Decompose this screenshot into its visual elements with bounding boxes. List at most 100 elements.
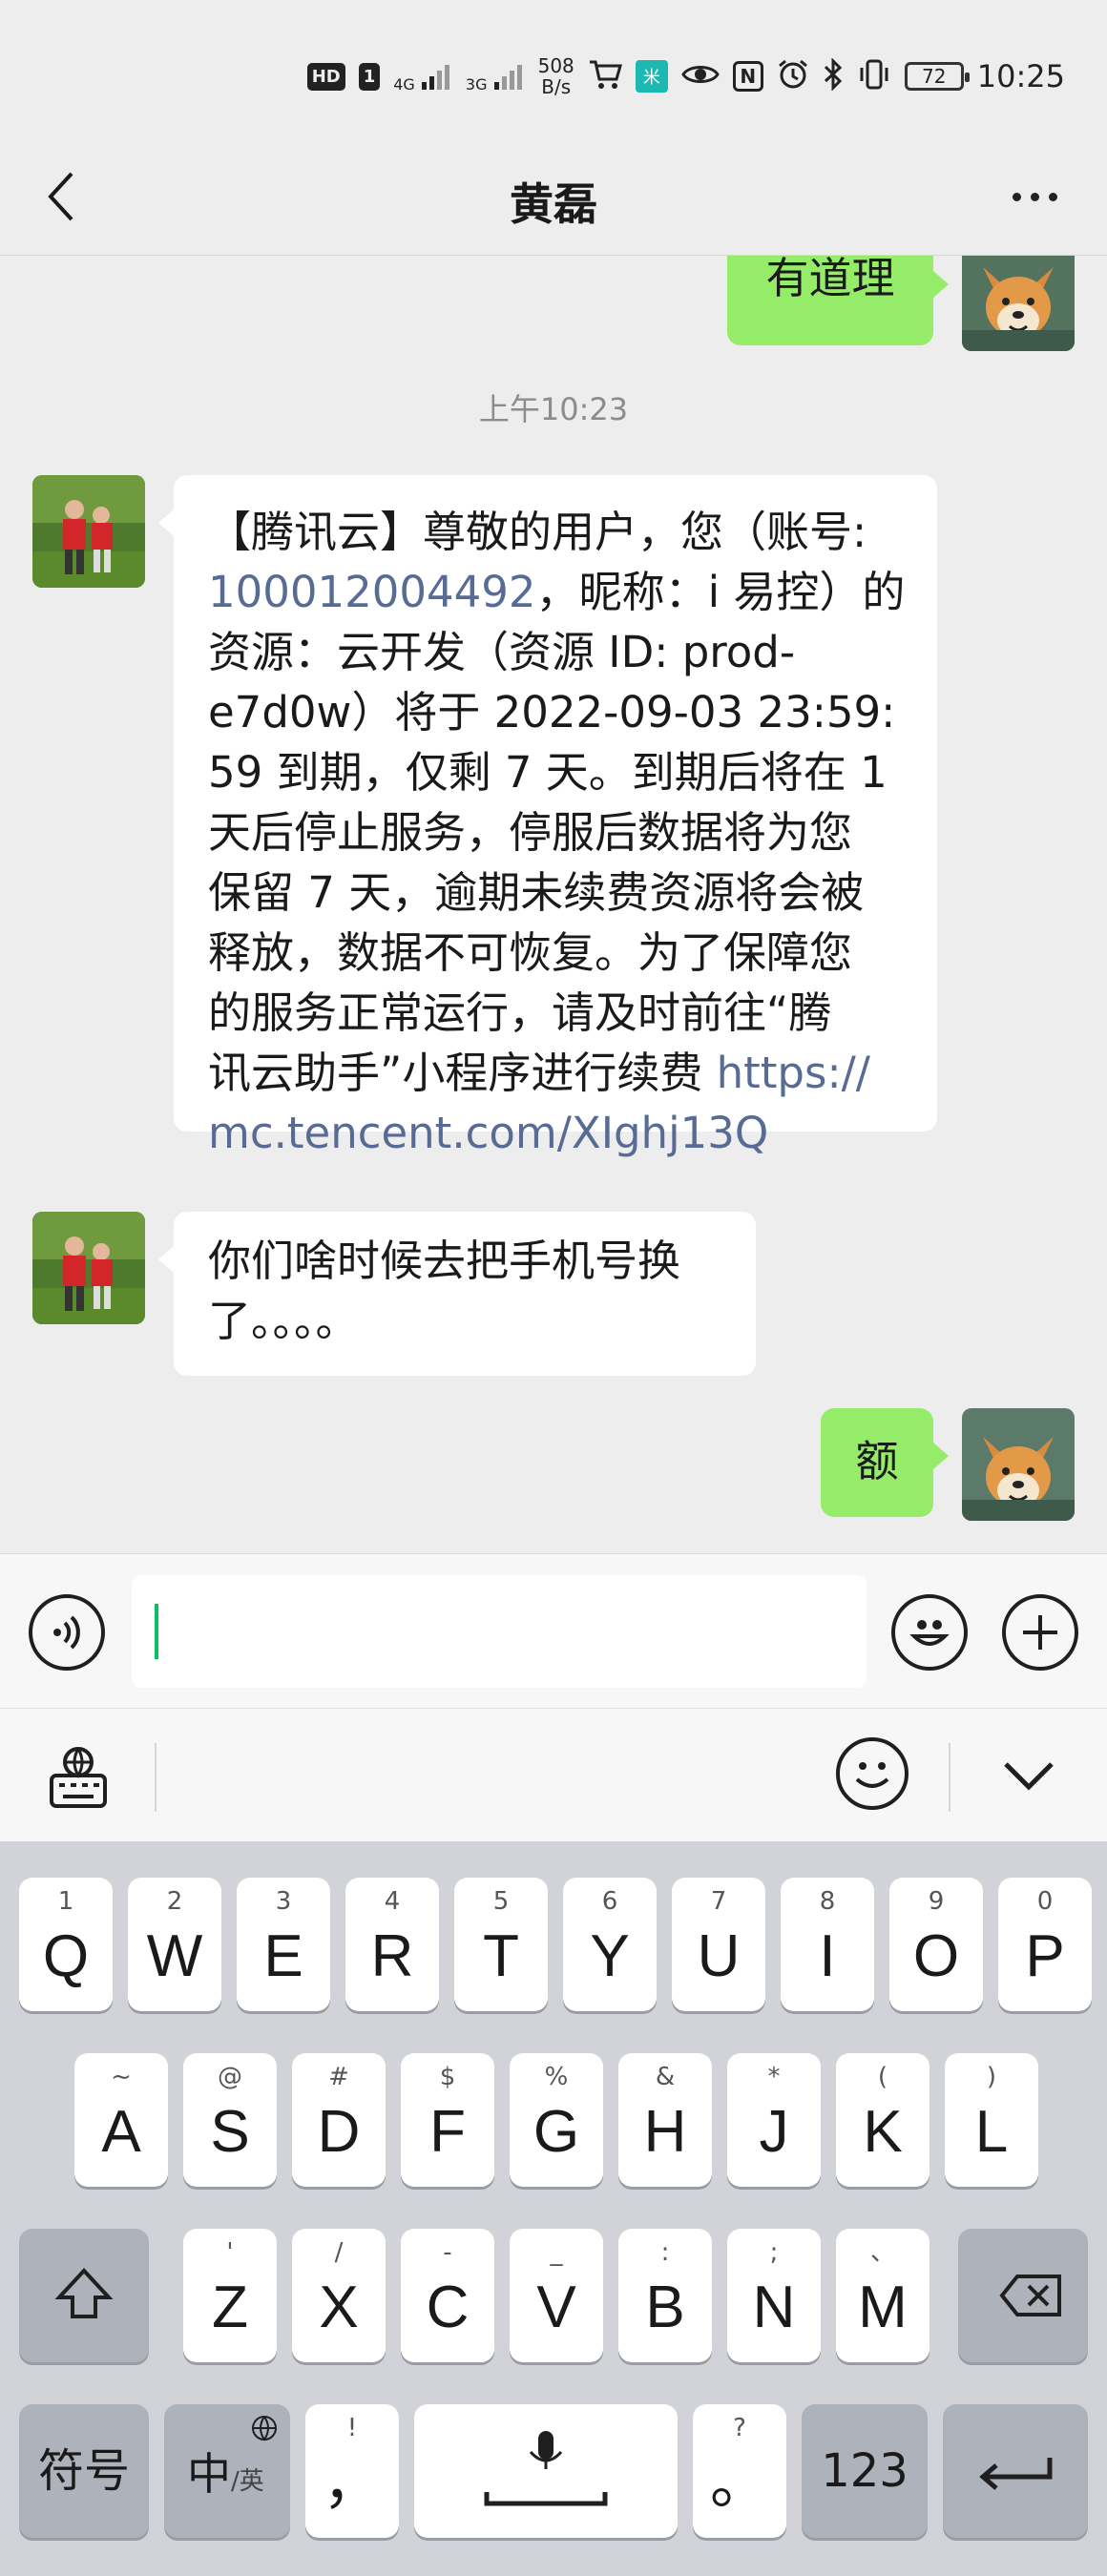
shiba-dog-avatar-image: [962, 256, 1075, 351]
more-button[interactable]: [996, 168, 1073, 225]
key-char: X: [319, 2275, 359, 2340]
received-message-bubble[interactable]: 【腾讯云】尊敬的用户，您（账号: 100012004492，昵称：i 易控）的 …: [158, 475, 937, 1158]
key-j[interactable]: * J: [727, 2053, 821, 2187]
url-link[interactable]: https://: [717, 1048, 870, 1098]
hd-badge: HD: [306, 62, 345, 91]
cart-icon: [588, 58, 622, 94]
key-y[interactable]: 6Y: [563, 1878, 657, 2011]
key-z[interactable]: ' Z: [183, 2229, 277, 2362]
contact-avatar[interactable]: [32, 1212, 145, 1324]
hide-keyboard-button[interactable]: [998, 1751, 1059, 1800]
status-icons: HD 1 4G 3G 508 B/s 米 N 72 10:25: [306, 50, 1065, 103]
key-hint: #: [328, 2063, 349, 2091]
message-text-input[interactable]: [132, 1575, 867, 1688]
key-char: P: [1025, 1923, 1065, 1989]
enter-key[interactable]: [943, 2404, 1088, 2538]
key-e[interactable]: 3E: [237, 1878, 330, 2011]
contact-avatar[interactable]: [32, 475, 145, 588]
key-x[interactable]: / X: [292, 2229, 386, 2362]
message-text: 有道理: [765, 256, 895, 303]
key-t[interactable]: 5T: [454, 1878, 548, 2011]
key-char: C: [426, 2275, 470, 2340]
key-g[interactable]: % G: [510, 2053, 603, 2187]
return-arrow-icon: [979, 2458, 1053, 2490]
comma-key[interactable]: !，: [305, 2404, 399, 2538]
key-c[interactable]: -C: [401, 2229, 494, 2362]
shift-key[interactable]: [19, 2229, 149, 2362]
key-hint: 6: [601, 1887, 618, 1916]
period-key[interactable]: ?。: [693, 2404, 786, 2538]
key-s[interactable]: @ S: [183, 2053, 277, 2187]
key-hint: _: [550, 2238, 563, 2267]
key-r[interactable]: 4R: [345, 1878, 439, 2011]
key-hint: (: [877, 2063, 888, 2091]
message-line: 的服务正常运行，请及时前往“腾: [208, 987, 832, 1038]
key-char: G: [533, 2099, 580, 2165]
received-message-bubble[interactable]: 你们啥时候去把手机号换 了。。。。: [158, 1212, 756, 1376]
key-f[interactable]: $ F: [401, 2053, 494, 2187]
status-bar: HD 1 4G 3G 508 B/s 米 N 72 10:25: [0, 0, 1107, 143]
language-switch-key[interactable]: 中/英: [164, 2404, 290, 2538]
key-hint: :: [660, 2238, 670, 2267]
key-i[interactable]: 8I: [781, 1878, 874, 2011]
voice-icon: [53, 1615, 80, 1650]
key-hint: %: [544, 2063, 569, 2091]
key-l[interactable]: ) L: [945, 2053, 1038, 2187]
key-m[interactable]: 、 M: [836, 2229, 929, 2362]
url-link[interactable]: mc.tencent.com/XIghj13Q: [208, 1108, 768, 1158]
network-speed-value: 508: [537, 54, 574, 77]
message-text: 额: [855, 1436, 899, 1486]
key-d[interactable]: # D: [292, 2053, 386, 2187]
key-v[interactable]: _ V: [510, 2229, 603, 2362]
bluetooth-icon: [823, 57, 844, 94]
account-number-link[interactable]: 100012004492: [208, 567, 536, 617]
lang-sub-label: /英: [231, 2467, 264, 2496]
numbers-key[interactable]: 123: [802, 2404, 928, 2538]
emoji-keyboard-button[interactable]: [836, 1737, 909, 1810]
key-char: T: [483, 1923, 519, 1989]
sent-message-bubble[interactable]: 额: [821, 1408, 949, 1517]
key-hint: &: [655, 2063, 676, 2091]
smiley-icon: [855, 1762, 889, 1788]
key-w[interactable]: 2W: [128, 1878, 221, 2011]
nfc-label: N: [740, 65, 757, 88]
key-a[interactable]: ~ A: [74, 2053, 168, 2187]
eye-icon: [681, 61, 720, 92]
space-key[interactable]: [414, 2404, 678, 2538]
message-line: 59 到期，仅剩 7 天。到期后将在 1: [208, 747, 888, 798]
key-b[interactable]: :B: [618, 2229, 712, 2362]
my-avatar[interactable]: [962, 256, 1075, 351]
sent-message-bubble[interactable]: 有道理: [727, 256, 949, 345]
message-line: 你们啥时候去把手机号换: [208, 1236, 681, 1286]
message-list[interactable]: 有道理 上午10:23 【腾讯云】尊敬的用户，您（账号: 10001200449…: [0, 256, 1107, 1553]
key-char: F: [429, 2099, 466, 2165]
key-hint: 、: [869, 2238, 895, 2267]
symbols-key[interactable]: 符号: [19, 2404, 149, 2538]
key-char: R: [370, 1923, 414, 1989]
message-timestamp: 上午10:23: [478, 391, 629, 427]
network-speed: 508 B/s: [538, 55, 574, 97]
key-h[interactable]: & H: [618, 2053, 712, 2187]
key-q[interactable]: 1Q: [19, 1878, 113, 2011]
key-char: L: [974, 2099, 1009, 2165]
key-k[interactable]: (K: [836, 2053, 929, 2187]
key-n[interactable]: ; N: [727, 2229, 821, 2362]
toolbar-divider: [949, 1743, 950, 1812]
message-line: 【腾讯云】尊敬的用户，您（账号:: [208, 507, 867, 557]
backspace-key[interactable]: [958, 2229, 1088, 2362]
message-line: 资源：云开发（资源 ID: prod-: [208, 627, 796, 677]
key-p[interactable]: 0P: [998, 1878, 1092, 2011]
keyboard-settings-button[interactable]: [38, 1737, 118, 1814]
key-char: E: [263, 1923, 303, 1989]
my-avatar[interactable]: [962, 1408, 1075, 1521]
more-functions-button[interactable]: [1002, 1594, 1078, 1671]
emoji-button[interactable]: [891, 1594, 968, 1671]
key-char: ，: [322, 2450, 382, 2516]
voice-input-button[interactable]: [29, 1594, 105, 1671]
key-u[interactable]: 7U: [672, 1878, 765, 2011]
contact-photo-image: [32, 1212, 145, 1324]
chat-title: 黄磊: [510, 178, 597, 230]
key-hint: 0: [1036, 1887, 1054, 1916]
key-o[interactable]: 9O: [889, 1878, 983, 2011]
message-text: 【腾讯云】尊敬的用户，您（账号: 100012004492，昵称：i 易控）的 …: [208, 502, 937, 1163]
